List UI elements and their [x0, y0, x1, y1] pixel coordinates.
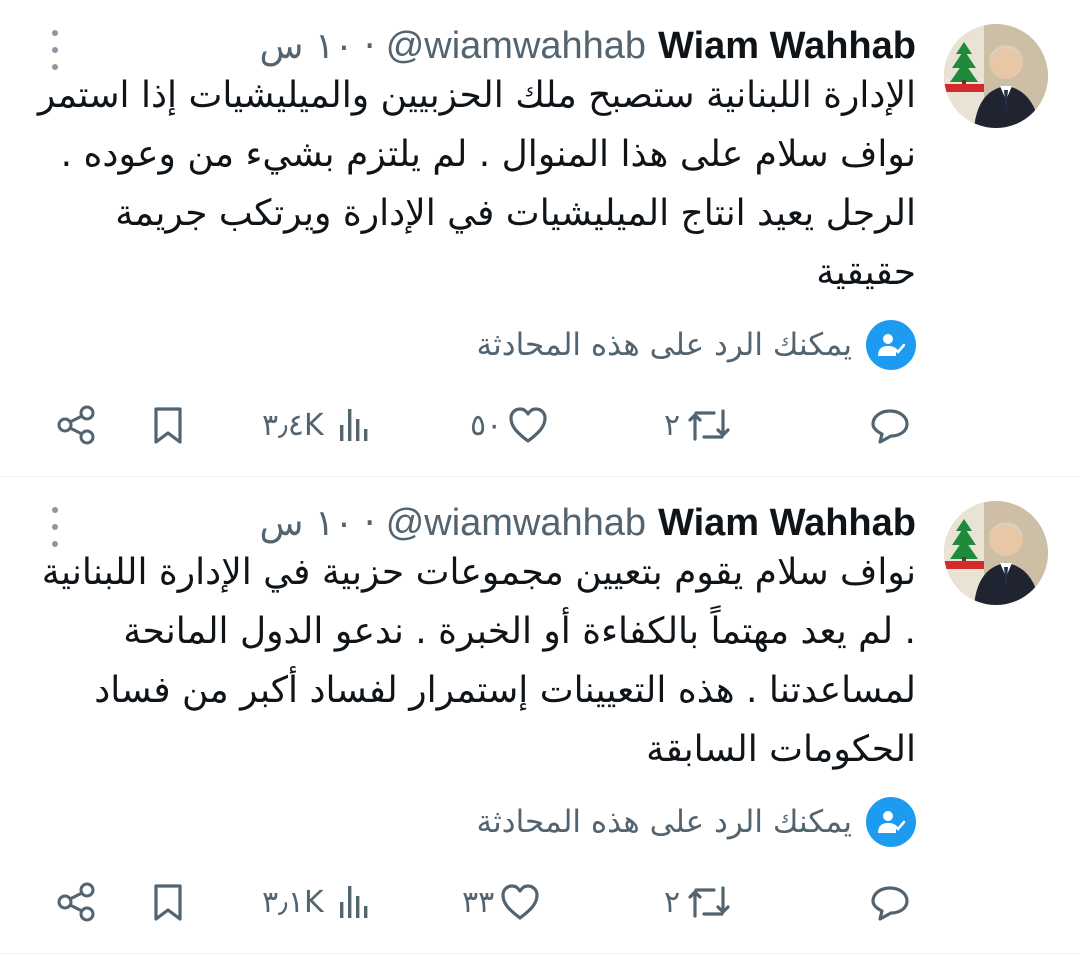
- reply-notice-text: يمكنك الرد على هذه المحادثة: [476, 327, 852, 363]
- avatar[interactable]: [944, 501, 1048, 605]
- person-check-icon: [866, 320, 916, 370]
- tweet-1[interactable]: Wiam Wahhab @wiamwahhab · ١٠ س الإدارة ا…: [0, 0, 1080, 477]
- like-button[interactable]: ٣٣: [462, 877, 542, 927]
- tweet-header: Wiam Wahhab @wiamwahhab · ١٠ س: [260, 22, 916, 70]
- retweet-button[interactable]: ٢: [664, 877, 732, 927]
- reply-icon: [871, 886, 909, 921]
- reply-button[interactable]: [868, 400, 912, 450]
- like-button[interactable]: ٥٠: [470, 400, 550, 450]
- bookmark-icon: [154, 407, 182, 444]
- avatar[interactable]: [944, 24, 1048, 128]
- retweet-count: ٢: [664, 407, 681, 443]
- views-button[interactable]: ٣٫١K: [262, 877, 376, 927]
- heart-icon: [509, 407, 547, 443]
- views-count: ٣٫١K: [262, 884, 324, 920]
- views-icon: [339, 409, 368, 441]
- more-vertical-icon[interactable]: [40, 507, 70, 547]
- bookmark-icon: [154, 884, 182, 921]
- like-count: ٥٠: [470, 407, 503, 443]
- tweet-text: نواف سلام يقوم بتعيين مجموعات حزبية في ا…: [41, 552, 916, 770]
- reply-restriction-notice: يمكنك الرد على هذه المحادثة: [477, 320, 916, 370]
- views-button[interactable]: ٣٫٤K: [262, 400, 376, 450]
- share-button[interactable]: [54, 400, 100, 450]
- separator-dot: ·: [363, 501, 376, 545]
- share-button[interactable]: [54, 877, 100, 927]
- like-count: ٣٣: [462, 884, 495, 920]
- more-vertical-icon[interactable]: [40, 30, 70, 70]
- reply-restriction-notice: يمكنك الرد على هذه المحادثة: [477, 797, 916, 847]
- reply-button[interactable]: [868, 877, 912, 927]
- action-bar: ٢ ٣٣ ٣٫١K: [0, 877, 1080, 927]
- retweet-count: ٢: [664, 884, 681, 920]
- tweet-2[interactable]: Wiam Wahhab @wiamwahhab · ١٠ س نواف سلام…: [0, 477, 1080, 954]
- timestamp[interactable]: ١٠ س: [260, 26, 354, 67]
- retweet-icon: [688, 886, 730, 918]
- action-bar: ٢ ٥٠ ٣٫٤K: [0, 400, 1080, 450]
- heart-icon: [501, 884, 539, 920]
- tweet-header: Wiam Wahhab @wiamwahhab · ١٠ س: [260, 499, 916, 547]
- reply-notice-text: يمكنك الرد على هذه المحادثة: [476, 804, 852, 840]
- author-name[interactable]: Wiam Wahhab: [658, 502, 916, 545]
- author-name[interactable]: Wiam Wahhab: [658, 25, 916, 68]
- retweet-button[interactable]: ٢: [664, 400, 732, 450]
- bookmark-button[interactable]: [146, 877, 190, 927]
- bookmark-button[interactable]: [146, 400, 190, 450]
- views-count: ٣٫٤K: [262, 407, 324, 443]
- views-icon: [339, 886, 368, 918]
- share-icon: [57, 405, 95, 445]
- person-check-icon: [866, 797, 916, 847]
- tweet-text: الإدارة اللبنانية ستصبح ملك الحزبيين وال…: [37, 75, 916, 293]
- timestamp[interactable]: ١٠ س: [260, 503, 354, 544]
- reply-icon: [871, 409, 909, 444]
- separator-dot: ·: [363, 24, 376, 68]
- share-icon: [57, 882, 95, 922]
- author-handle[interactable]: @wiamwahhab: [386, 502, 646, 545]
- author-handle[interactable]: @wiamwahhab: [386, 25, 646, 68]
- retweet-icon: [688, 409, 730, 441]
